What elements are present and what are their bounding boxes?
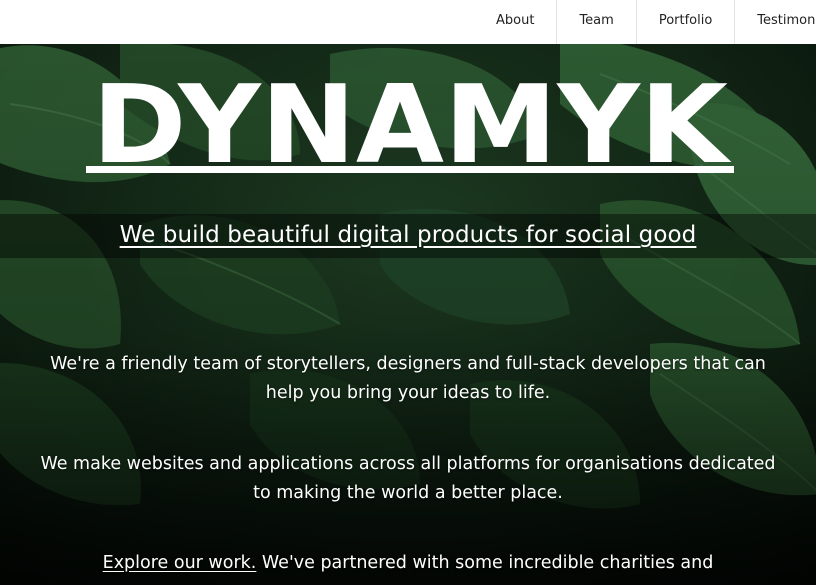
intro-paragraph: We're a friendly team of storytellers, d… bbox=[50, 354, 766, 403]
top-navigation-bar: About Team Portfolio Testimonials bbox=[0, 0, 816, 44]
nav-item-portfolio[interactable]: Portfolio bbox=[637, 0, 736, 44]
explore-our-work-link[interactable]: Explore our work. bbox=[103, 553, 257, 573]
page: About Team Portfolio Testimonials bbox=[0, 0, 816, 585]
nav-item-team[interactable]: Team bbox=[557, 0, 637, 44]
tagline-link[interactable]: We build beautiful digital products for … bbox=[0, 222, 816, 248]
logo-text: DYNAMYK bbox=[92, 70, 731, 176]
services-paragraph: We make websites and applications across… bbox=[40, 454, 776, 503]
dynamyk-logo: DYNAMYK bbox=[86, 70, 734, 176]
work-paragraph-text: We've partnered with some incredible cha… bbox=[256, 553, 714, 573]
tagline-band: We build beautiful digital products for … bbox=[0, 214, 816, 258]
nav-item-about[interactable]: About bbox=[474, 0, 558, 44]
hero-section: DYNAMYK We build beautiful digital produ… bbox=[0, 44, 816, 585]
nav-links: About Team Portfolio Testimonials bbox=[474, 0, 816, 44]
work-paragraph: Explore our work. We've partnered with s… bbox=[40, 549, 776, 578]
nav-item-testimonials[interactable]: Testimonials bbox=[735, 0, 816, 44]
